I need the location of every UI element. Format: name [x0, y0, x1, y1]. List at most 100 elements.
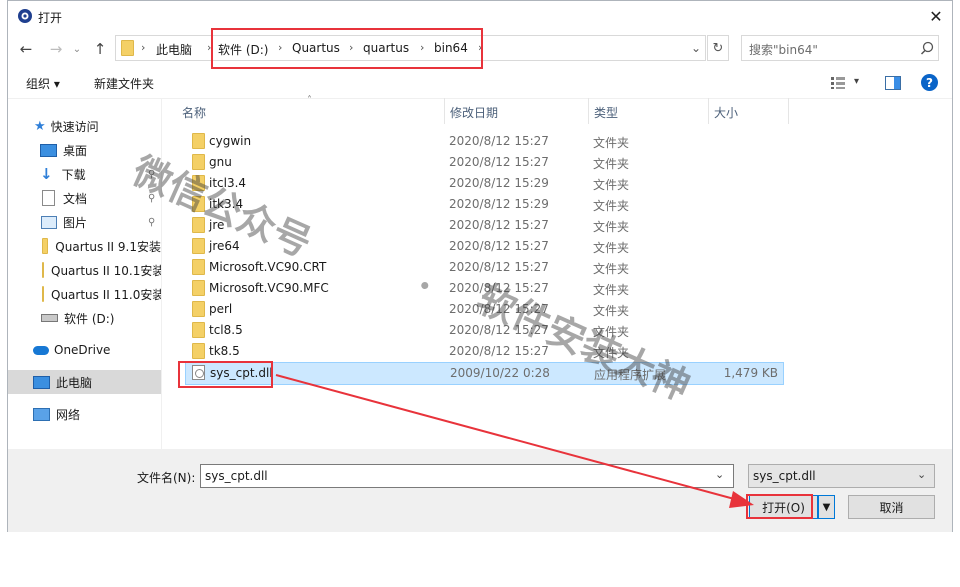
- file-date: 2020/8/12 15:29: [449, 197, 549, 211]
- column-name[interactable]: 名称: [182, 104, 206, 121]
- nav-label: 桌面: [63, 143, 88, 158]
- star-icon: ★: [34, 118, 46, 134]
- file-date: 2009/10/22 0:28: [450, 366, 550, 380]
- nav-label: 文档: [63, 191, 88, 206]
- nav-network[interactable]: 网络: [8, 402, 161, 426]
- help-icon[interactable]: ?: [921, 74, 938, 91]
- folder-icon: [192, 301, 205, 317]
- nav-label: 网络: [56, 407, 81, 422]
- organize-menu[interactable]: 组织 ▾: [26, 75, 60, 92]
- nav-onedrive[interactable]: OneDrive: [8, 338, 161, 362]
- file-type-select[interactable]: sys_cpt.dll ⌄: [748, 464, 935, 488]
- refresh-icon[interactable]: ↻: [707, 35, 729, 61]
- file-type: 文件夹: [593, 220, 630, 234]
- file-date: 2020/8/12 15:27: [449, 134, 549, 148]
- window-title: 打开: [38, 11, 63, 25]
- recent-locations-chevron-icon[interactable]: ⌄: [70, 39, 84, 59]
- view-chevron-icon[interactable]: ▾: [854, 76, 859, 87]
- filename-label: 文件名(N):: [137, 471, 196, 485]
- file-name: Microsoft.VC90.CRT: [209, 260, 327, 274]
- nav-this-pc[interactable]: 此电脑: [8, 370, 161, 394]
- command-bar: 组织 ▾ 新建文件夹 ▾ ?: [8, 67, 952, 99]
- file-type: 文件夹: [593, 283, 630, 297]
- cancel-button[interactable]: 取消: [848, 495, 935, 519]
- file-type: 文件夹: [593, 136, 630, 150]
- file-type: 文件夹: [593, 262, 630, 276]
- cloud-icon: [33, 345, 49, 355]
- address-dropdown-chevron-icon[interactable]: ⌄: [688, 40, 704, 56]
- column-date[interactable]: 修改日期: [450, 104, 498, 121]
- file-name: perl: [209, 302, 233, 316]
- file-highlight-box: [178, 361, 273, 388]
- nav-quartus-10-1[interactable]: Quartus II 10.1安装: [8, 258, 161, 282]
- view-options-icon[interactable]: [831, 77, 845, 89]
- folder-icon: [192, 133, 205, 149]
- folder-icon: [192, 280, 205, 296]
- file-date: 2020/8/12 15:27: [449, 239, 549, 253]
- file-name: tk8.5: [209, 344, 240, 358]
- navigation-pane: ★ 快速访问 桌面 ↓ 下载 ⚲ 文档 ⚲ 图片 ⚲ Quartus II 9.…: [8, 98, 161, 450]
- search-icon[interactable]: [920, 41, 934, 55]
- nav-quick-access[interactable]: ★ 快速访问: [8, 114, 161, 138]
- folder-icon: [192, 259, 205, 275]
- folder-icon: [42, 262, 44, 278]
- file-type-value: sys_cpt.dll: [753, 469, 816, 483]
- preview-pane-icon[interactable]: [885, 76, 901, 90]
- file-type: 文件夹: [593, 178, 630, 192]
- column-divider[interactable]: [444, 98, 445, 124]
- file-name: Microsoft.VC90.MFC: [209, 281, 329, 295]
- filename-dropdown-chevron-icon[interactable]: ⌄: [715, 468, 724, 481]
- column-size[interactable]: 大小: [714, 104, 738, 121]
- file-type: 文件夹: [593, 199, 630, 213]
- column-divider[interactable]: [708, 98, 709, 124]
- new-folder-button[interactable]: 新建文件夹: [94, 75, 154, 92]
- close-icon[interactable]: ✕: [923, 4, 949, 28]
- nav-label: 快速访问: [50, 119, 99, 134]
- nav-drive-d[interactable]: 软件 (D:): [8, 306, 161, 330]
- back-arrow-icon[interactable]: ←: [16, 39, 36, 59]
- app-icon: [18, 9, 32, 23]
- network-icon: [33, 407, 50, 421]
- file-row[interactable]: gnu 2020/8/12 15:27 文件夹: [185, 152, 782, 173]
- breadcrumb-separator: ›: [141, 41, 146, 54]
- pin-icon[interactable]: ⚲: [148, 217, 155, 228]
- column-divider[interactable]: [788, 98, 789, 124]
- forward-arrow-icon[interactable]: →: [46, 39, 66, 59]
- document-icon: [42, 190, 55, 206]
- cancel-label: 取消: [879, 500, 904, 515]
- nav-label: Quartus II 10.1安装: [51, 263, 161, 278]
- file-name: jre64: [209, 239, 240, 253]
- file-date: 2020/8/12 15:29: [449, 176, 549, 190]
- column-type[interactable]: 类型: [594, 104, 618, 121]
- up-arrow-icon[interactable]: ↑: [90, 39, 110, 59]
- filename-input[interactable]: sys_cpt.dll ⌄: [200, 464, 734, 488]
- nav-quartus-11-0[interactable]: Quartus II 11.0安装: [8, 282, 161, 306]
- file-type-chevron-icon[interactable]: ⌄: [917, 468, 926, 481]
- file-name: cygwin: [209, 134, 252, 148]
- nav-desktop[interactable]: 桌面: [8, 138, 161, 162]
- search-input[interactable]: 搜索"bin64": [741, 35, 939, 61]
- nav-label: 下载: [61, 167, 86, 182]
- file-type: 文件夹: [593, 241, 630, 255]
- file-row[interactable]: cygwin 2020/8/12 15:27 文件夹: [185, 131, 782, 152]
- file-row[interactable]: Microsoft.VC90.CRT 2020/8/12 15:27 文件夹: [185, 257, 782, 278]
- file-open-dialog: 打开 ✕ ← → ⌄ ↑ › 此电脑 › 软件 (D:) › Quartus ›…: [7, 0, 953, 532]
- open-button-highlight-box: [746, 494, 813, 519]
- file-row[interactable]: itcl3.4 2020/8/12 15:29 文件夹: [185, 173, 782, 194]
- address-highlight-box: [211, 28, 483, 69]
- folder-icon: [121, 40, 134, 56]
- sort-ascending-icon: ˄: [307, 95, 312, 106]
- file-name: gnu: [209, 155, 232, 169]
- folder-icon: [192, 322, 205, 338]
- nav-pictures[interactable]: 图片 ⚲: [8, 210, 161, 234]
- nav-quartus-9-1[interactable]: Quartus II 9.1安装: [8, 234, 161, 258]
- open-dropdown-chevron-icon[interactable]: ▼: [818, 495, 835, 519]
- nav-label: OneDrive: [54, 343, 111, 357]
- download-arrow-icon: ↓: [40, 165, 53, 183]
- column-divider[interactable]: [588, 98, 589, 124]
- file-name: tcl8.5: [209, 323, 243, 337]
- desktop-icon: [40, 143, 57, 157]
- nav-label: 图片: [63, 215, 88, 230]
- folder-icon: [192, 238, 205, 254]
- breadcrumb-this-pc[interactable]: 此电脑: [156, 41, 192, 58]
